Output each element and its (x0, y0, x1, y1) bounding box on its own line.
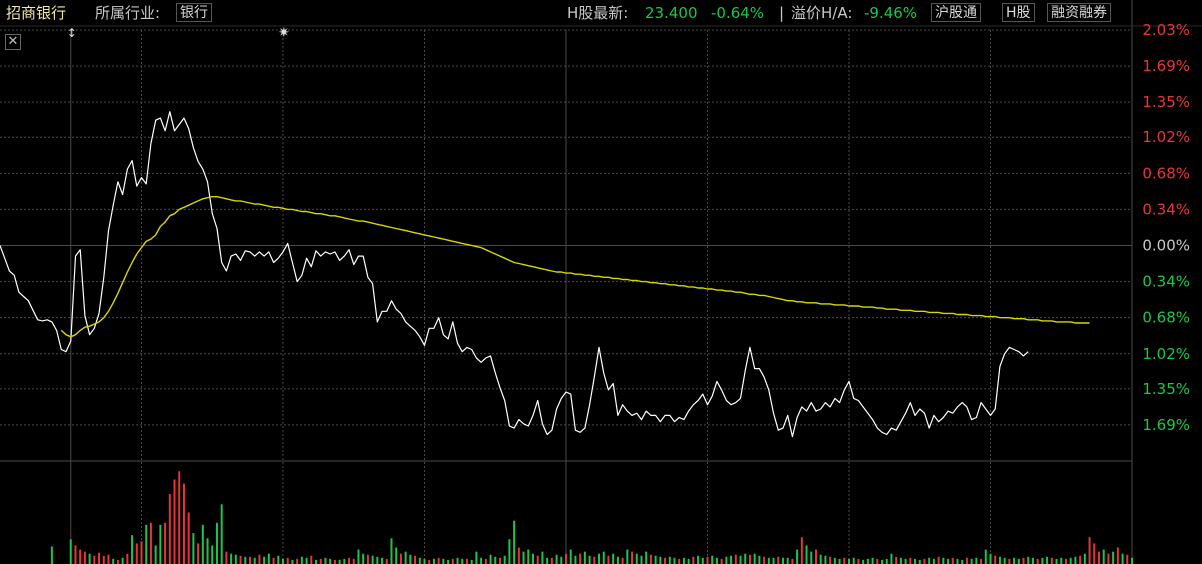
y-tick-label: 1.69% (1142, 57, 1190, 75)
industry-label: 所属行业: (95, 4, 161, 22)
y-tick-label: 1.35% (1142, 93, 1190, 111)
premium-value: -9.46% (864, 4, 918, 22)
h-change-value: -0.64% (711, 4, 765, 22)
y-tick-label: 0.34% (1142, 200, 1190, 218)
close-icon[interactable]: ✕ (5, 34, 21, 50)
y-tick-label: 0.68% (1142, 309, 1190, 327)
y-tick-label: 1.02% (1142, 128, 1190, 146)
h-price-value: 23.400 (645, 4, 698, 22)
industry-value-button[interactable]: 银行 (176, 3, 212, 22)
stock-name[interactable]: 招商银行 (6, 1, 66, 25)
time-marker-icon: ↕ (67, 26, 77, 40)
intraday-chart: 2.03% 1.69% 1.35% 1.02% 0.68% 0.34% 0.00% 0.34%… (0, 0, 1202, 564)
y-tick-label: 1.35% (1142, 380, 1190, 398)
margin-trading-button[interactable]: 融资融券 (1047, 3, 1111, 22)
y-tick-label: 1.02% (1142, 345, 1190, 363)
h-share-button[interactable]: H股 (1002, 3, 1035, 22)
header-separator: | (779, 4, 785, 22)
h-price-label: H股最新: (567, 4, 629, 22)
event-marker-icon: ✷ (278, 25, 290, 41)
hk-connect-button[interactable]: 沪股通 (931, 3, 981, 22)
y-tick-label: 0.68% (1142, 164, 1190, 182)
y-tick-label: 2.03% (1142, 21, 1190, 39)
y-tick-label: 0.34% (1142, 273, 1190, 291)
premium-label: 溢价H/A: (791, 4, 853, 22)
y-tick-label: 0.00% (1142, 237, 1190, 255)
y-tick-label: 1.69% (1142, 416, 1190, 434)
